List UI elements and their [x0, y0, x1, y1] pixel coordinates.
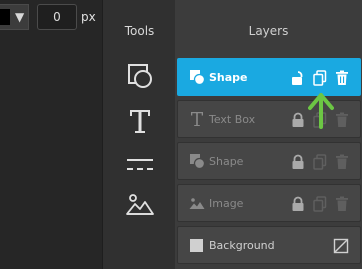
size-input[interactable] — [37, 4, 77, 30]
trash-icon[interactable] — [335, 196, 349, 212]
unit-label: px — [81, 10, 96, 24]
layer-row-background[interactable]: Background — [177, 226, 361, 264]
line-tool[interactable] — [126, 150, 154, 178]
lock-icon[interactable] — [291, 154, 305, 170]
color-swatch — [0, 9, 10, 25]
shape-icon — [190, 154, 205, 169]
lock-icon[interactable] — [291, 112, 305, 128]
lock-icon[interactable] — [291, 196, 305, 212]
tools-title: Tools — [124, 24, 155, 38]
image-tool[interactable] — [126, 190, 154, 218]
trash-icon[interactable] — [335, 154, 349, 170]
layer-label: Shape — [209, 155, 244, 168]
duplicate-icon[interactable] — [313, 70, 327, 86]
image-icon — [126, 194, 154, 215]
shape-icon — [190, 70, 205, 85]
chevron-down-icon: ▼ — [15, 10, 25, 24]
no-fill-icon[interactable] — [333, 238, 349, 254]
shape-tool[interactable] — [126, 62, 154, 90]
duplicate-icon[interactable] — [313, 154, 327, 170]
line-icon — [127, 159, 153, 170]
layer-row-shape-active[interactable]: Shape — [177, 58, 361, 96]
layer-row-image[interactable]: Image — [177, 184, 361, 222]
layer-label: Background — [209, 239, 275, 252]
text-icon — [130, 110, 150, 133]
layers-panel: Layers Shape Text Box Shape Image Backgr… — [175, 0, 362, 269]
trash-icon[interactable] — [335, 70, 349, 86]
tools-panel: Tools — [102, 0, 175, 269]
layers-title: Layers — [248, 24, 289, 38]
square-icon — [190, 239, 203, 252]
layer-label: Shape — [209, 71, 248, 84]
property-toolbar: ▼ px — [0, 0, 102, 269]
text-icon — [191, 112, 203, 126]
layer-label: Text Box — [209, 113, 256, 126]
color-select[interactable]: ▼ — [0, 4, 29, 30]
shape-icon — [128, 64, 152, 88]
layer-label: Image — [209, 197, 244, 210]
image-icon — [189, 198, 205, 209]
layer-row-shape[interactable]: Shape — [177, 142, 361, 180]
text-tool[interactable] — [126, 107, 154, 135]
trash-icon[interactable] — [335, 112, 349, 128]
arrow-up-indicator-icon — [308, 93, 334, 129]
lock-open-icon[interactable] — [291, 70, 305, 86]
duplicate-icon[interactable] — [313, 196, 327, 212]
